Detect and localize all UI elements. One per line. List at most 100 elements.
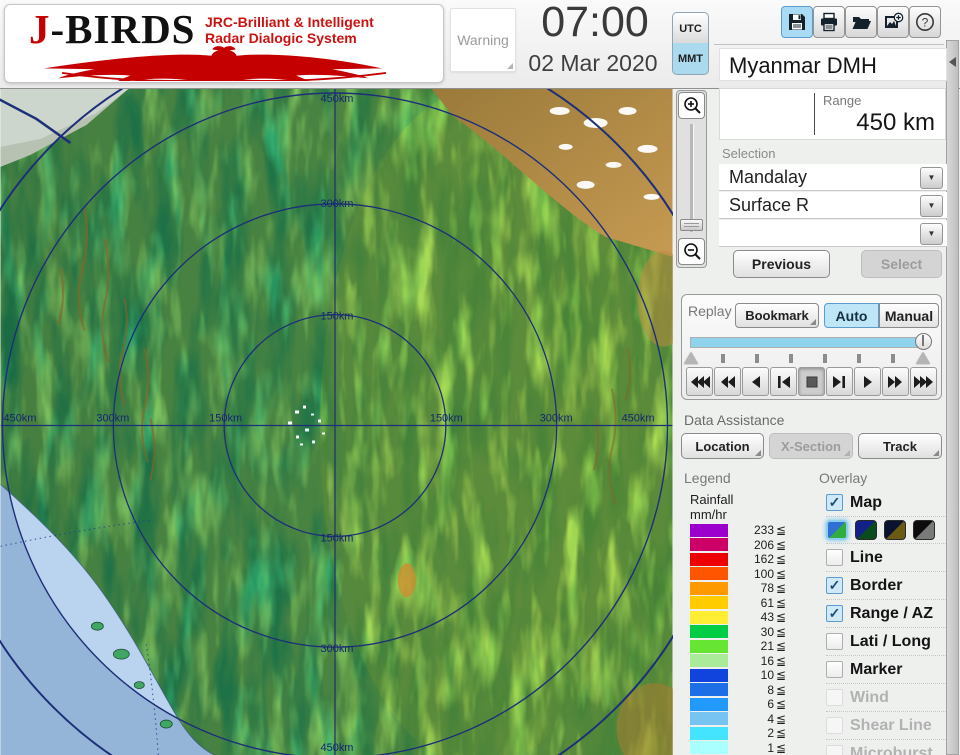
legend-value: 1 [767,740,774,755]
auto-mode-button[interactable]: Auto [824,303,879,328]
slider-range-marker-right[interactable] [916,352,930,364]
range-ring-label: 300km [321,643,354,655]
select-button[interactable]: Select [861,250,942,278]
track-button[interactable]: Track [858,433,942,459]
less-equal-symbol: ≦ [776,726,787,741]
chevron-down-icon[interactable]: ▼ [920,167,943,189]
save-button[interactable] [781,6,813,38]
location-button[interactable]: Location [681,433,764,459]
checkbox[interactable] [826,661,843,678]
zoom-in-button[interactable] [678,92,705,119]
map-style-swatches [826,516,946,543]
manual-mode-button[interactable]: Manual [879,303,939,328]
legend-color-swatch [690,538,728,552]
forward-button[interactable] [882,367,909,396]
legend-color-swatch [690,712,728,726]
zoom-slider-track[interactable] [690,124,694,232]
forward-fast-button[interactable] [910,367,937,396]
site-dropdown[interactable]: Mandalay ▼ [719,164,947,191]
corner-triangle-icon [933,450,939,456]
terrain-map-image[interactable]: 450km 300km 150km 150km 300km 450km 450km 300km… [0,89,673,755]
radar-map[interactable]: 450km 300km 150km 150km 300km 450km 450km 300km… [0,88,673,755]
corner-triangle-icon [810,319,816,325]
overlay-item[interactable]: ✓ Range / AZ [826,599,946,627]
checkbox[interactable] [826,633,843,650]
collapse-arrow-icon [949,57,956,67]
zoom-in-icon [683,96,701,114]
overlay-item[interactable]: Lati / Long [826,627,946,655]
timezone-mmt-button[interactable]: MMT [672,43,709,75]
timezone-utc-button[interactable]: UTC [672,12,709,45]
warning-button[interactable]: Warning [450,8,516,72]
overlay-item-label: Marker [850,660,903,678]
overlay-item[interactable]: Line [826,543,946,571]
legend-row: 30 ≦ [690,625,802,640]
legend-value: 8 [767,682,774,697]
legend-row: 61 ≦ [690,596,802,611]
legend-value: 10 [760,668,774,683]
play-forward-button[interactable] [854,367,881,396]
legend-color-swatch [690,697,728,711]
range-ring-label: 450km [622,413,655,425]
range-ring-label: 150km [430,413,463,425]
stop-button[interactable] [798,367,825,396]
map-style-swatch[interactable] [855,520,877,540]
overlay-item[interactable]: ✓ Border [826,571,946,599]
print-button[interactable] [813,6,845,38]
checkbox[interactable]: ✓ [826,494,843,511]
replay-slider-thumb[interactable] [915,333,932,350]
checkbox[interactable] [826,689,843,706]
range-value: 450 km [856,109,935,136]
rewind-button[interactable] [714,367,741,396]
product-dropdown[interactable]: Surface R ▼ [719,192,947,219]
slider-tick [789,354,793,363]
legend-row: 6 ≦ [690,697,802,712]
product-dropdown-value: Surface R [729,195,810,215]
less-equal-symbol: ≦ [776,523,787,538]
step-forward-button[interactable] [826,367,853,396]
print-icon [821,12,837,32]
checkbox[interactable] [826,549,843,566]
zoom-slider-thumb[interactable] [680,219,703,231]
corner-triangle-icon [755,450,761,456]
replay-slider-track[interactable] [690,337,927,348]
zoom-out-button[interactable] [678,238,705,265]
chevron-down-icon[interactable]: ▼ [920,223,943,245]
slider-tick [891,354,895,363]
less-equal-symbol: ≦ [776,711,787,726]
legend-color-swatch [690,581,728,595]
open-folder-button[interactable] [845,6,877,38]
range-ring-label: 300km [96,413,129,425]
checkbox[interactable]: ✓ [826,605,843,622]
option-dropdown[interactable]: ▼ [719,220,947,247]
less-equal-symbol: ≦ [776,610,787,625]
checkbox[interactable] [826,745,843,755]
rewind-fast-button[interactable] [686,367,713,396]
open-folder-icon [852,17,871,29]
play-backward-button[interactable] [742,367,769,396]
legend-value: 206 [753,537,774,552]
overlay-item: Wind [826,683,946,711]
help-button[interactable]: ? [909,6,941,38]
slider-range-marker-left[interactable] [684,352,698,364]
checkbox[interactable] [826,717,843,734]
overlay-item[interactable]: Marker [826,655,946,683]
map-style-swatch[interactable] [884,520,906,540]
map-style-swatch[interactable] [913,520,935,540]
add-image-button[interactable] [877,6,909,38]
previous-button[interactable]: Previous [733,250,830,278]
x-section-button[interactable]: X-Section [769,433,853,459]
checkbox[interactable]: ✓ [826,577,843,594]
forward-icon [888,375,902,388]
overlay-item[interactable]: ✓ Map [826,489,946,516]
overlay-item-label: Border [850,576,903,594]
bookmark-button[interactable]: Bookmark [735,303,819,328]
less-equal-symbol: ≦ [776,581,787,596]
step-forward-icon [833,375,845,388]
slider-tick [721,354,725,363]
less-equal-symbol: ≦ [776,697,787,712]
step-backward-button[interactable] [770,367,797,396]
map-style-swatch[interactable] [826,520,848,540]
chevron-down-icon[interactable]: ▼ [920,195,943,217]
panel-collapse-bar[interactable] [946,40,959,755]
